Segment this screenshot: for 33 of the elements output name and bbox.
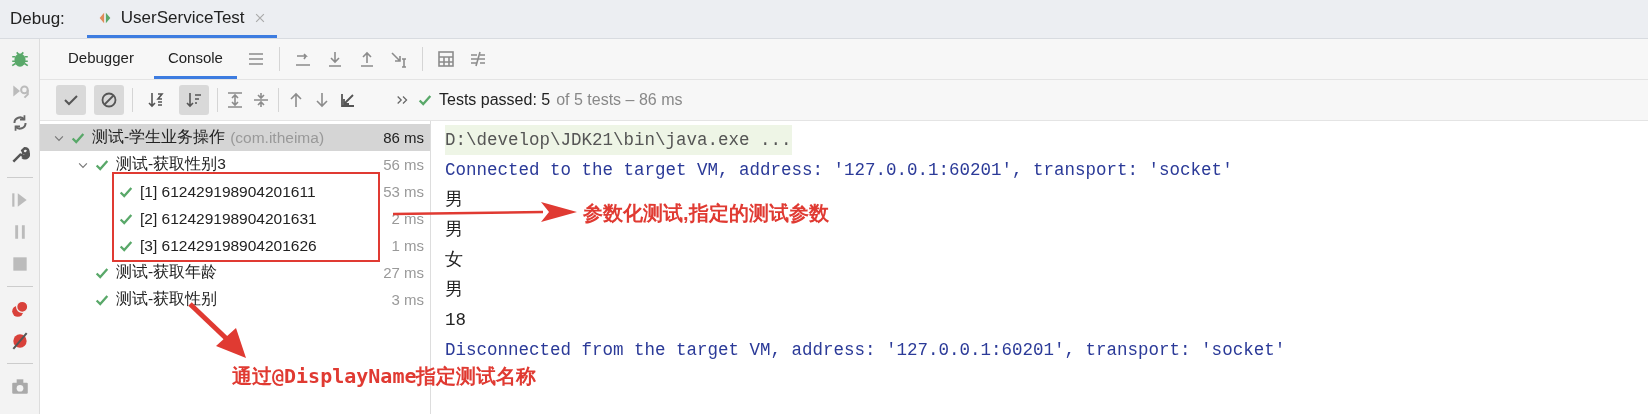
test-tree-row[interactable]: [3] 612429198904201626 1 ms bbox=[40, 232, 430, 259]
view-tab[interactable]: Debugger bbox=[54, 39, 148, 79]
test-tree-row[interactable]: 测试-获取性别 3 ms bbox=[40, 286, 430, 313]
test-tree-row[interactable]: 测试-学生业务操作 (com.itheima) 86 ms bbox=[40, 124, 430, 151]
console-line: 18 bbox=[445, 309, 466, 332]
test-duration: 86 ms bbox=[383, 129, 424, 146]
package-name: (com.itheima) bbox=[230, 128, 325, 147]
test-name: 测试-获取性别3 bbox=[116, 154, 226, 174]
annotation-text: 参数化测试,指定的测试参数 bbox=[583, 201, 829, 226]
test-duration: 53 ms bbox=[383, 183, 424, 200]
console-line: 男 bbox=[445, 279, 463, 302]
tests-passed-count: Tests passed: 5 bbox=[439, 91, 551, 109]
annotation-text: 通过@DisplayName指定测试名称 bbox=[232, 363, 537, 390]
test-name: [3] 612429198904201626 bbox=[140, 236, 317, 255]
console-line: 男 bbox=[445, 189, 463, 212]
console-line: 女 bbox=[445, 249, 463, 272]
console-line: Connected to the target VM, address: '127.0.0.1:60201', transport: 'socket' bbox=[445, 159, 1233, 182]
test-name: [2] 612429198904201631 bbox=[140, 209, 317, 228]
test-duration: 1 ms bbox=[391, 237, 424, 254]
test-tree-row[interactable]: 测试-获取年龄 27 ms bbox=[40, 259, 430, 286]
test-duration: 56 ms bbox=[383, 156, 424, 173]
test-tree-row[interactable]: [1] 612429198904201611 53 ms bbox=[40, 178, 430, 205]
debug-label: Debug: bbox=[9, 9, 66, 29]
tests-summary: of 5 tests – 86 ms bbox=[556, 91, 683, 109]
test-name: 测试-获取年龄 bbox=[116, 262, 218, 282]
console-line: 男 bbox=[445, 219, 463, 242]
test-duration: 3 ms bbox=[391, 291, 424, 308]
test-name: [1] 612429198904201611 bbox=[140, 182, 316, 201]
test-duration: 27 ms bbox=[383, 264, 424, 281]
test-name: 测试-学生业务操作 bbox=[92, 127, 226, 147]
test-name: 测试-获取性别 bbox=[116, 289, 218, 309]
test-tree-row[interactable]: 测试-获取性别3 56 ms bbox=[40, 151, 430, 178]
console-line: Disconnected from the target VM, address: '127.0.0.1:60201', transport: 'socket' bbox=[445, 339, 1286, 362]
